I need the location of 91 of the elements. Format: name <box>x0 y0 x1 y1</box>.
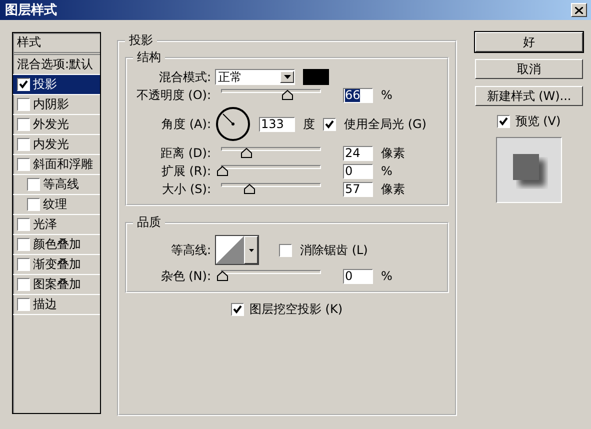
sidebar-item[interactable]: 渐变叠加 <box>13 255 100 275</box>
checkmark-icon <box>19 80 28 89</box>
checkbox[interactable] <box>17 218 30 231</box>
item-label: 图案叠加 <box>33 276 81 293</box>
close-button[interactable] <box>571 3 587 17</box>
item-label: 内发光 <box>33 136 69 153</box>
checkbox[interactable] <box>231 303 244 316</box>
field-label: 杂色 (N): <box>160 268 211 284</box>
slider-thumb[interactable] <box>240 148 252 158</box>
item-label: 内阴影 <box>33 96 69 113</box>
value-field[interactable]: 24 <box>343 146 373 160</box>
sidebar-item[interactable]: 光泽 <box>13 215 100 235</box>
dialog-button[interactable]: 新建样式 (W)... <box>475 86 583 106</box>
item-label: 投影 <box>33 76 57 93</box>
item-label: 光泽 <box>33 216 57 233</box>
value-field[interactable]: 66 <box>343 88 373 102</box>
sidebar-item[interactable]: 投影 <box>13 75 100 95</box>
field-label: 角度 (A): <box>160 116 211 132</box>
slider-thumb[interactable] <box>244 184 256 194</box>
group-title: 结构 <box>136 49 162 66</box>
item-label: 纹理 <box>43 196 67 213</box>
slider-thumb[interactable] <box>217 271 228 281</box>
checkbox[interactable] <box>17 258 30 271</box>
list-header: 样式 <box>13 33 100 55</box>
value-field[interactable]: 133 <box>259 116 295 132</box>
sidebar-item[interactable]: 颜色叠加 <box>13 235 100 255</box>
item-label: 颜色叠加 <box>33 236 81 253</box>
checkbox-label: 使用全局光 (G) <box>344 116 426 132</box>
sidebar-item[interactable]: 描边 <box>13 295 100 315</box>
item-label: 描边 <box>33 296 57 313</box>
checkbox[interactable] <box>17 78 30 91</box>
sidebar-item[interactable]: 图案叠加 <box>13 275 100 295</box>
checkbox[interactable] <box>17 158 30 171</box>
checkbox[interactable] <box>497 115 510 128</box>
checkbox[interactable] <box>279 244 292 256</box>
checkbox[interactable] <box>17 138 30 151</box>
field-label: 大小 (S): <box>161 180 211 198</box>
color-swatch[interactable] <box>303 69 329 85</box>
checkbox[interactable] <box>27 178 40 191</box>
checkbox-label: 预览 (V) <box>515 113 561 130</box>
dropdown-arrow-icon <box>284 75 290 79</box>
item-label: 斜面和浮雕 <box>33 156 93 173</box>
group-title: 投影 <box>128 32 154 49</box>
dialog-button[interactable]: 取消 <box>475 59 583 79</box>
checkmark-icon <box>325 120 334 128</box>
slider-thumb[interactable] <box>282 90 293 100</box>
dropdown-arrow-icon <box>248 248 254 252</box>
checkbox-label: 图层挖空投影 (K) <box>249 301 343 318</box>
sidebar-item[interactable]: 外发光 <box>13 115 100 135</box>
checkbox[interactable] <box>17 118 30 131</box>
angle-dial[interactable] <box>215 106 251 142</box>
sidebar-item[interactable]: 斜面和浮雕 <box>13 155 100 175</box>
checkmark-icon <box>233 305 242 314</box>
checkbox[interactable] <box>323 118 336 130</box>
value-field[interactable]: 0 <box>343 268 373 284</box>
value-field[interactable]: 57 <box>343 182 373 196</box>
field-label: 等高线: <box>170 242 211 258</box>
sidebar-item[interactable]: 内阴影 <box>13 95 100 115</box>
blend-mode-select[interactable]: 正常 <box>215 69 295 85</box>
field-label: 扩展 (R): <box>160 162 211 180</box>
item-label: 混合选项:默认 <box>17 56 94 73</box>
checkmark-icon <box>499 117 508 126</box>
unit-label: % <box>381 88 392 102</box>
sidebar-item[interactable]: 纹理 <box>13 195 100 215</box>
field-label: 混合模式: <box>158 68 211 86</box>
checkbox[interactable] <box>17 278 30 291</box>
item-label: 渐变叠加 <box>33 256 81 273</box>
unit-label: 度 <box>303 116 315 132</box>
sidebar-item[interactable]: 内发光 <box>13 135 100 155</box>
item-label: 外发光 <box>33 116 69 133</box>
value-field[interactable]: 0 <box>343 164 373 178</box>
unit-label: 像素 <box>381 144 405 162</box>
checkbox-label: 消除锯齿 (L) <box>300 242 368 258</box>
unit-label: % <box>381 164 392 178</box>
sidebar-item[interactable]: 等高线 <box>13 175 100 195</box>
field-label: 不透明度 (O): <box>135 86 211 104</box>
window-title: 图层样式 <box>5 2 57 19</box>
unit-label: % <box>381 269 392 283</box>
contour-picker[interactable] <box>215 235 259 265</box>
slider-thumb[interactable] <box>217 166 228 176</box>
close-icon <box>575 6 583 14</box>
group-title: 品质 <box>136 214 162 231</box>
checkbox[interactable] <box>17 238 30 251</box>
checkbox[interactable] <box>17 98 30 111</box>
unit-label: 像素 <box>381 180 405 198</box>
checkbox[interactable] <box>17 298 30 311</box>
checkbox[interactable] <box>27 198 40 211</box>
item-label: 等高线 <box>43 176 79 193</box>
field-label: 距离 (D): <box>160 144 211 162</box>
dialog-button[interactable]: 好 <box>475 32 583 52</box>
contour-curve-icon <box>216 236 244 264</box>
